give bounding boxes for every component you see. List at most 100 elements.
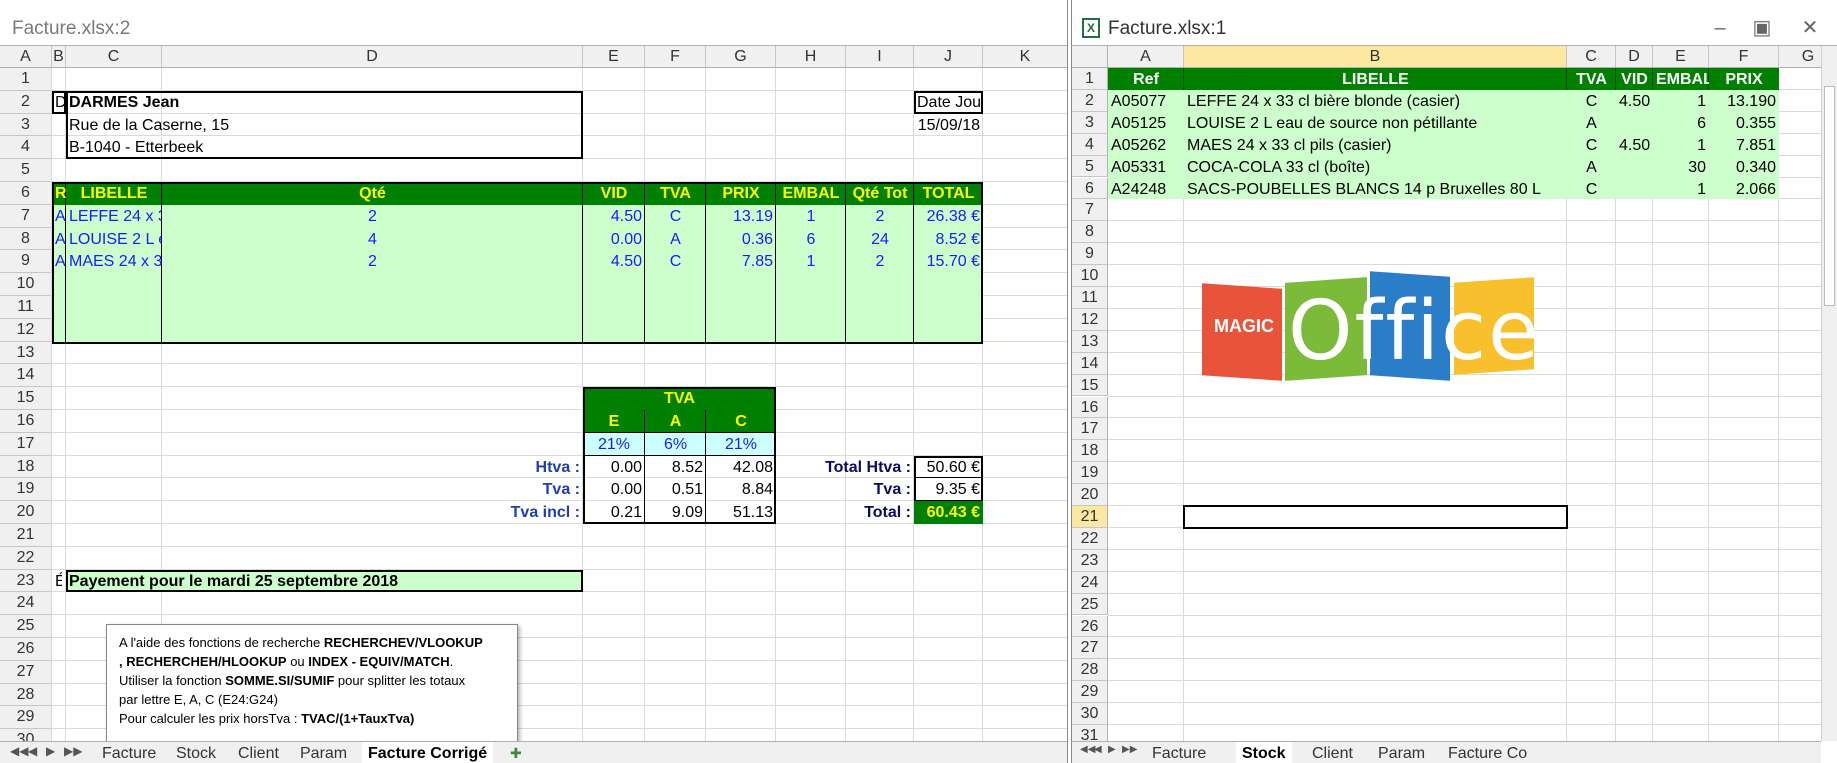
column-header-C[interactable]: C [66, 46, 162, 68]
row-header-19[interactable]: 19 [0, 478, 52, 502]
sheet-tab-4[interactable]: Facture Corrigé [362, 742, 494, 763]
vertical-scrollbar[interactable] [1821, 46, 1837, 741]
stock-cell[interactable]: A24248 [1108, 179, 1184, 200]
row-header-20[interactable]: 20 [1072, 484, 1108, 506]
column-header-F[interactable]: F [645, 46, 706, 68]
client-street-cell[interactable]: Rue de la Caserne, 15 [66, 115, 466, 136]
tva-value[interactable]: 0.00 [583, 457, 645, 478]
invoice-cell[interactable]: 26.38 € [914, 206, 983, 227]
invoice-cell[interactable]: 1 [776, 251, 846, 272]
invoice-cell[interactable]: 7.85 [706, 251, 776, 272]
row-header-2[interactable]: 2 [1072, 89, 1108, 112]
row-header-29[interactable]: 29 [1072, 681, 1108, 704]
stock-cell[interactable]: 0.340 [1709, 157, 1779, 178]
row-header-15[interactable]: 15 [1072, 374, 1108, 397]
row-header-2[interactable]: 2 [0, 90, 52, 114]
stock-cell[interactable]: A [1567, 113, 1616, 134]
row-header-5[interactable]: 5 [1072, 155, 1108, 178]
invoice-cell[interactable]: C [645, 206, 706, 227]
stock-cell[interactable]: A05125 [1108, 113, 1184, 134]
row-header-3[interactable]: 3 [1072, 111, 1108, 134]
row-header-1[interactable]: 1 [0, 68, 52, 91]
stock-cell[interactable]: 6 [1653, 113, 1709, 134]
stock-cell[interactable]: 1 [1653, 135, 1709, 156]
row-header-7[interactable]: 7 [0, 204, 52, 228]
row-header-24[interactable]: 24 [1072, 571, 1108, 594]
tva-title[interactable]: TVA [583, 388, 776, 409]
invoice-header-3[interactable]: VID [583, 183, 645, 204]
tva-letter[interactable]: C [706, 411, 776, 432]
row-header-8[interactable]: 8 [0, 227, 52, 251]
stock-cell[interactable]: 1 [1653, 179, 1709, 200]
sheet-tab-1[interactable]: Stock [1236, 742, 1292, 763]
invoice-header-7[interactable]: Qté Tot [846, 183, 914, 204]
active-cell-border[interactable] [1183, 505, 1568, 529]
row-header-26[interactable]: 26 [0, 638, 52, 661]
column-header-I[interactable]: I [846, 46, 914, 68]
row-header-21[interactable]: 21 [1072, 506, 1108, 528]
invoice-header-8[interactable]: TOTAL [914, 183, 983, 204]
tab-scroll-icon[interactable]: ▶▶ [1122, 744, 1137, 755]
invoice-cell[interactable]: A05262 [52, 251, 66, 272]
invoice-cell[interactable]: 0.36 [706, 229, 776, 250]
row-header-10[interactable]: 10 [0, 273, 52, 296]
scrollbar-thumb[interactable] [1824, 86, 1835, 306]
stock-cell[interactable]: 0.355 [1709, 113, 1779, 134]
stock-cell[interactable]: A [1567, 157, 1616, 178]
tva-value[interactable]: 0.00 [583, 479, 645, 500]
invoice-header-6[interactable]: EMBAL [776, 183, 846, 204]
client-code-cell[interactable]: DAJE [52, 92, 66, 113]
row-header-22[interactable]: 22 [1072, 527, 1108, 550]
row-header-10[interactable]: 10 [1072, 265, 1108, 287]
stock-cell[interactable]: LOUISE 2 L eau de source non pétillante [1184, 113, 1567, 134]
sheet-tab-1[interactable]: Stock [170, 742, 222, 763]
invoice-cell[interactable]: 2 [846, 206, 914, 227]
invoice-header-2[interactable]: Qté [162, 183, 583, 204]
left-title-bar[interactable]: Facture.xlsx:2 [0, 0, 1067, 46]
column-header-H[interactable]: H [776, 46, 846, 68]
column-header-E[interactable]: E [1653, 46, 1709, 68]
stock-cell[interactable]: SACS-POUBELLES BLANCS 14 p Bruxelles 80 … [1184, 179, 1567, 200]
sheet-tab-0[interactable]: Facture [1146, 742, 1212, 763]
invoice-cell[interactable]: 2 [162, 251, 583, 272]
row-header-4[interactable]: 4 [0, 136, 52, 160]
stock-header-0[interactable]: Ref [1108, 69, 1184, 90]
stock-header-5[interactable]: PRIX [1709, 69, 1779, 90]
sheet-tab-4[interactable]: Facture Co [1442, 742, 1533, 763]
select-all-corner[interactable] [1072, 46, 1108, 68]
column-header-F[interactable]: F [1709, 46, 1779, 68]
column-header-K[interactable]: K [983, 46, 1067, 68]
echeance-value-cell[interactable]: Payement pour le mardi 25 septembre 2018 [66, 571, 486, 592]
row-header-27[interactable]: 27 [0, 660, 52, 684]
tva-value[interactable]: 8.52 [645, 457, 706, 478]
stock-cell[interactable]: 1 [1653, 91, 1709, 112]
row-header-18[interactable]: 18 [1072, 440, 1108, 463]
row-header-28[interactable]: 28 [1072, 659, 1108, 682]
tab-scroll-icon[interactable]: ▶▶ [64, 744, 82, 758]
row-header-6[interactable]: 6 [1072, 177, 1108, 200]
client-city-cell[interactable]: B-1040 - Etterbeek [66, 137, 466, 158]
tva-letter[interactable]: E [583, 411, 645, 432]
insert-sheet-icon[interactable]: ✚ [510, 745, 522, 762]
stock-cell[interactable]: MAES 24 x 33 cl pils (casier) [1184, 135, 1567, 156]
row-header-30[interactable]: 30 [1072, 703, 1108, 725]
row-header-13[interactable]: 13 [1072, 330, 1108, 353]
column-header-G[interactable]: G [706, 46, 776, 68]
invoice-cell[interactable]: 1 [776, 206, 846, 227]
invoice-cell[interactable]: 4.50 [583, 251, 645, 272]
row-header-20[interactable]: 20 [0, 501, 52, 524]
tva-rate[interactable]: 21% [706, 434, 776, 455]
row-header-11[interactable]: 11 [1072, 287, 1108, 309]
tva-value[interactable]: 9.09 [645, 502, 706, 523]
sheet-tab-2[interactable]: Client [1306, 742, 1359, 763]
sheet-tab-0[interactable]: Facture [96, 742, 162, 763]
right-title-bar[interactable]: X Facture.xlsx:1 – ▣ ✕ [1072, 0, 1837, 46]
sheet-tab-3[interactable]: Param [1372, 742, 1431, 763]
invoice-cell[interactable]: 8.52 € [914, 229, 983, 250]
row-header-25[interactable]: 25 [0, 615, 52, 638]
row-header-16[interactable]: 16 [0, 410, 52, 433]
stock-cell[interactable]: C [1567, 179, 1616, 200]
invoice-header-0[interactable]: Ref [52, 183, 66, 204]
total-tva-cell[interactable]: 9.35 € [914, 479, 983, 500]
stock-cell[interactable]: C [1567, 91, 1616, 112]
